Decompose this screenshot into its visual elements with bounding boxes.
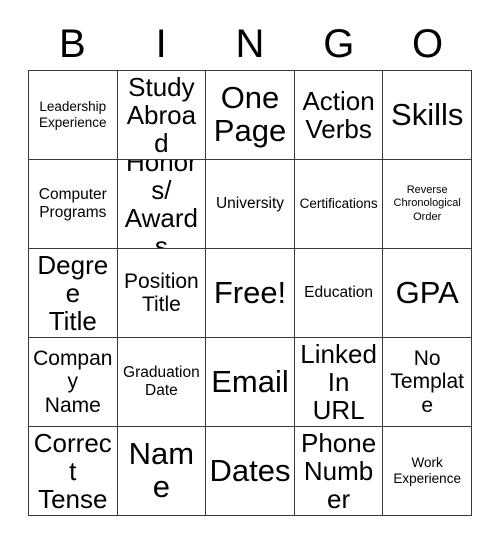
bingo-cell-label: Phone Number	[301, 427, 377, 515]
bingo-cell-label: No Template	[390, 347, 464, 417]
bingo-cell-label: Name	[128, 436, 195, 504]
bingo-cell-label: Free!	[213, 274, 287, 310]
bingo-cell[interactable]: Graduation Date	[117, 338, 207, 427]
bingo-cell[interactable]: Name	[117, 427, 207, 516]
bingo-cell[interactable]: Skills	[383, 71, 472, 160]
bingo-cell-label: Honors/ Awards	[124, 160, 198, 249]
bingo-cell[interactable]: Study Abroad	[117, 71, 207, 160]
bingo-cell-label: Leadership Experience	[39, 99, 107, 130]
bingo-grid: Leadership Experience Study Abroad One Pag…	[28, 70, 472, 516]
bingo-header-row: B I N G O	[28, 18, 472, 70]
bingo-cell-label: Work Experience	[393, 455, 461, 486]
bingo-cell-label: GPA	[395, 274, 459, 310]
bingo-cell[interactable]: One Page	[206, 71, 295, 160]
bingo-cell-label: Certifications	[299, 196, 378, 212]
bingo-cell-label: University	[215, 195, 285, 213]
bingo-cell-label: Company Name	[33, 347, 113, 417]
bingo-cell-label: Position Title	[124, 269, 199, 316]
bingo-cell[interactable]: GPA	[383, 249, 472, 338]
bingo-cell-label: Study Abroad	[126, 71, 197, 159]
bingo-header-letter-o: O	[412, 22, 444, 66]
bingo-cell[interactable]: Action Verbs	[294, 71, 384, 160]
bingo-cell-label: Dates	[209, 452, 291, 488]
bingo-header-letter-i: I	[155, 22, 167, 66]
bingo-cell-label: Action Verbs	[302, 85, 375, 144]
bingo-cell[interactable]: Leadership Experience	[29, 71, 118, 160]
bingo-cell-label: Correct Tense	[33, 427, 112, 515]
bingo-cell[interactable]: Education	[294, 249, 384, 338]
bingo-cell-label: Computer Programs	[38, 186, 107, 221]
bingo-cell-label: One Page	[213, 80, 287, 148]
bingo-cell[interactable]: Email	[206, 338, 295, 427]
bingo-cell[interactable]: Honors/ Awards	[117, 160, 207, 249]
bingo-header-letter-b: B	[59, 22, 86, 66]
bingo-cell-label: Skills	[391, 96, 464, 132]
bingo-cell[interactable]: Position Title	[117, 249, 207, 338]
bingo-cell[interactable]: No Template	[383, 338, 472, 427]
bingo-cell[interactable]: Company Name	[29, 338, 118, 427]
bingo-cell-label: Reverse Chronological Order	[393, 183, 461, 223]
bingo-cell[interactable]: Free!	[206, 249, 295, 338]
bingo-cell[interactable]: Certifications	[294, 160, 384, 249]
bingo-cell-label: Email	[211, 363, 289, 399]
bingo-cell[interactable]: Correct Tense	[29, 427, 118, 516]
bingo-cell[interactable]: Reverse Chronological Order	[383, 160, 472, 249]
bingo-cell[interactable]: LinkedIn URL	[294, 338, 384, 427]
bingo-cell[interactable]: Phone Number	[294, 427, 384, 516]
bingo-cell[interactable]: Degree Title	[29, 249, 118, 338]
bingo-card: B I N G O Leadership Experience Study Abr…	[0, 0, 500, 544]
bingo-cell-label: LinkedIn URL	[300, 338, 377, 426]
bingo-cell[interactable]: Dates	[206, 427, 295, 516]
bingo-cell-label: Education	[304, 284, 374, 302]
bingo-cell[interactable]: Computer Programs	[29, 160, 118, 249]
bingo-header-letter-n: N	[235, 22, 265, 66]
bingo-cell[interactable]: University	[206, 160, 295, 249]
bingo-header-letter-g: G	[323, 22, 355, 66]
bingo-cell-label: Graduation Date	[123, 364, 200, 399]
bingo-cell-label: Degree Title	[37, 249, 109, 337]
bingo-cell[interactable]: Work Experience	[383, 427, 472, 516]
